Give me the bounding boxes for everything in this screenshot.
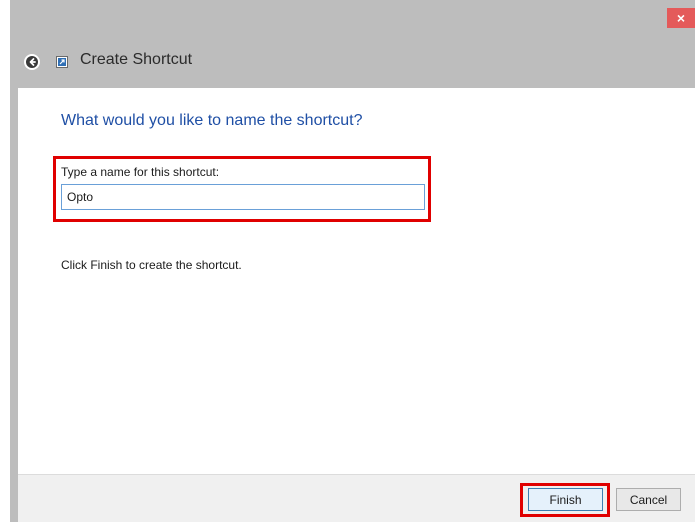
dialog-footer: Finish Cancel	[18, 474, 695, 522]
title-bar: × Create Shortcut	[10, 0, 695, 88]
shortcut-name-input[interactable]	[61, 184, 425, 210]
close-button[interactable]: ×	[667, 8, 695, 28]
close-icon: ×	[676, 10, 686, 26]
shortcut-name-label: Type a name for this shortcut:	[61, 165, 220, 179]
main-content: What would you like to name the shortcut…	[18, 88, 695, 474]
finish-hint-text: Click Finish to create the shortcut.	[61, 258, 242, 272]
page-heading: What would you like to name the shortcut…	[61, 112, 363, 129]
window-title: Create Shortcut	[80, 51, 193, 68]
back-arrow-icon	[26, 56, 38, 68]
window-left-edge	[0, 0, 10, 522]
finish-button[interactable]: Finish	[528, 488, 603, 511]
cancel-button[interactable]: Cancel	[616, 488, 681, 511]
back-button[interactable]	[24, 54, 40, 70]
create-shortcut-dialog: × Create Shortcut What would you like to…	[0, 0, 695, 522]
shortcut-icon	[56, 56, 68, 68]
